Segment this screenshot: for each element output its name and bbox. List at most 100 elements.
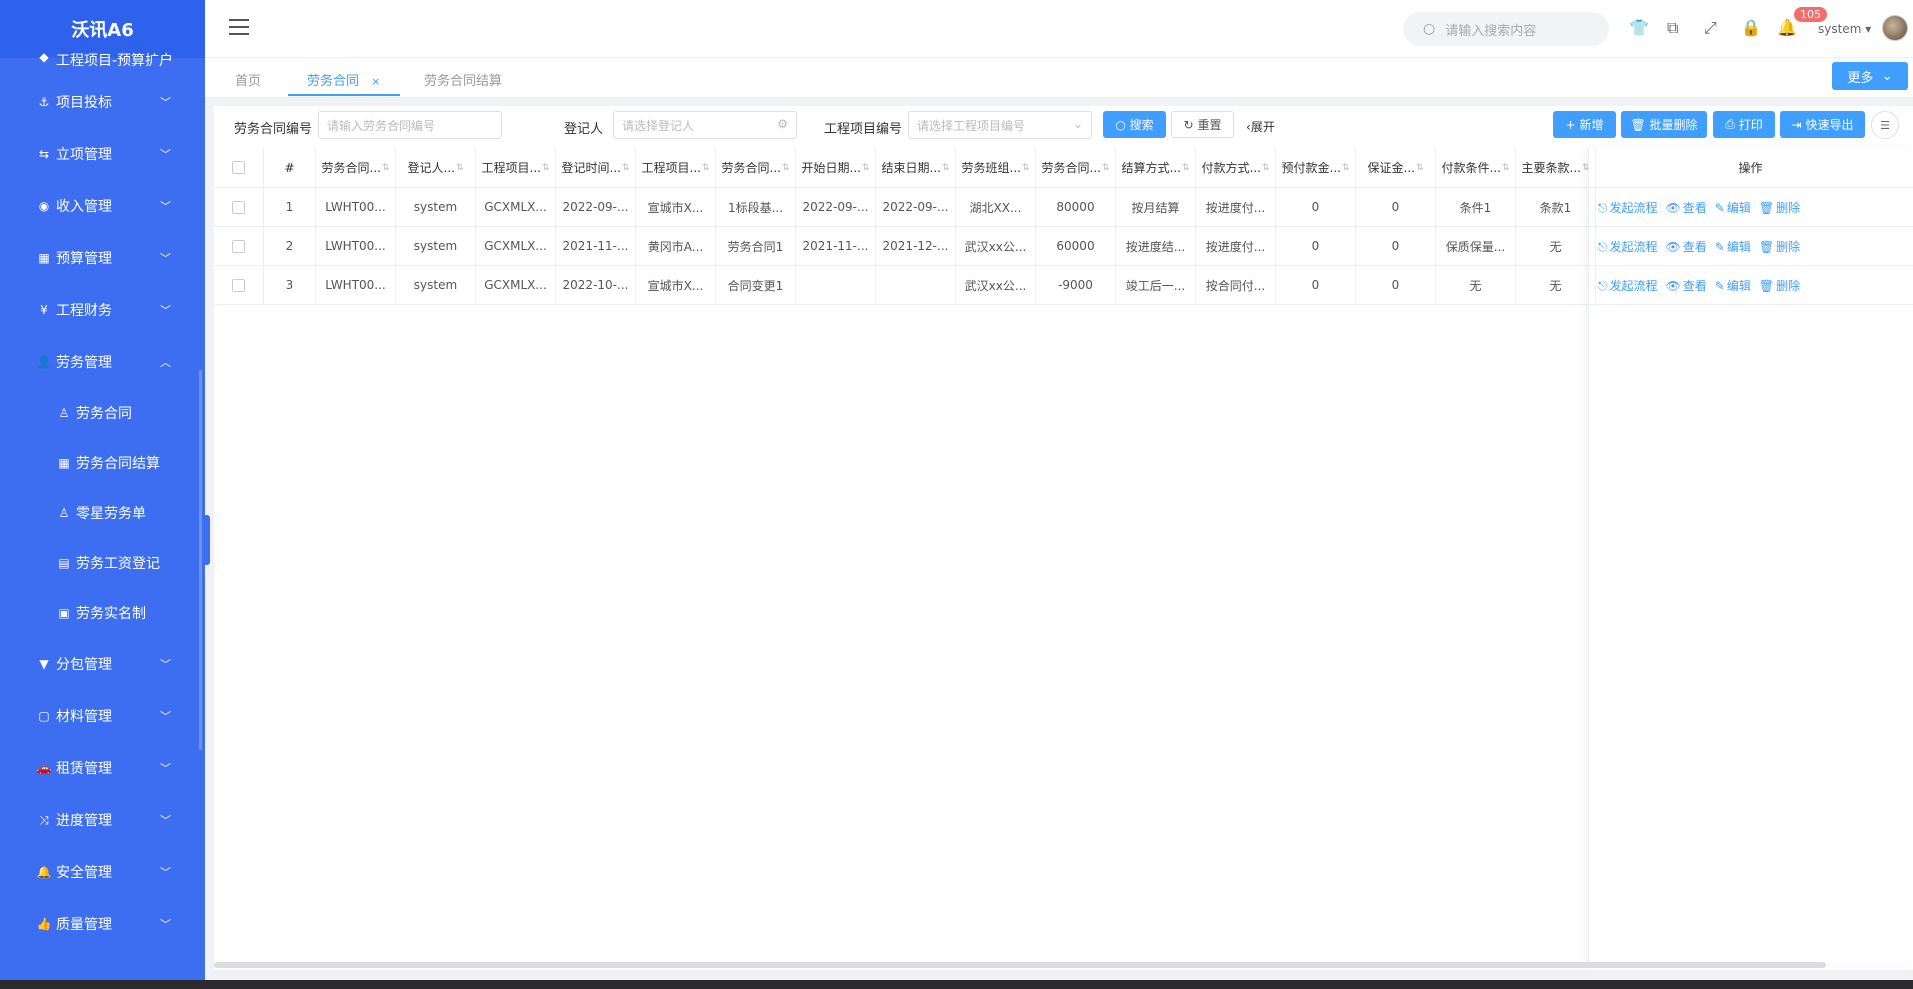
edit-link[interactable]: ✎ 编辑 [1715, 238, 1751, 255]
export-button[interactable]: ⇥ 快速导出 [1780, 111, 1865, 138]
sidebar-collapse-handle[interactable] [205, 515, 210, 565]
close-icon[interactable]: × [371, 75, 380, 88]
sidebar-item-9[interactable]: ⤨ 进度管理 ﹀ [0, 794, 205, 846]
sidebar-item-8[interactable]: 🚗 租赁管理 ﹀ [0, 742, 205, 794]
add-button[interactable]: + 新增 [1553, 111, 1616, 138]
column-header[interactable]: 结束日期... ⇅ [876, 148, 956, 187]
sort-icon[interactable]: ⇅ [622, 163, 630, 173]
column-header[interactable]: 付款条件... ⇅ [1436, 148, 1516, 187]
sidebar-item-6[interactable]: ▼ 分包管理 ﹀ [0, 638, 205, 690]
registrant-select[interactable]: 请选择登记人 ⚙ [613, 111, 797, 139]
tab-contract-settlement[interactable]: 劳务合同结算 [424, 70, 502, 89]
column-header[interactable]: 工程项目... ⇅ [636, 148, 716, 187]
column-header[interactable]: 劳务合同... ⇅ [1036, 148, 1116, 187]
sort-icon[interactable]: ⇅ [862, 163, 870, 173]
tab-home[interactable]: 首页 [235, 70, 261, 89]
expand-toggle[interactable]: ‹展开 [1246, 118, 1275, 135]
registrant-label: 登记人 [564, 122, 604, 137]
sidebar-item-cut[interactable]: ◆ 工程项目-预算扩户 [0, 50, 205, 76]
sidebar-subitem-4[interactable]: ▣ 劳务实名制 [0, 588, 205, 638]
sort-icon[interactable]: ⇅ [1182, 163, 1190, 173]
menu-toggle-icon[interactable] [229, 19, 249, 35]
sort-icon[interactable]: ⇅ [782, 163, 790, 173]
column-header[interactable]: # [264, 148, 316, 187]
column-header[interactable]: 主要条款... ⇅ [1516, 148, 1596, 187]
eye-link[interactable]: 👁 查看 [1666, 199, 1707, 216]
trash-link[interactable]: 🗑 删除 [1759, 199, 1800, 216]
flow-link[interactable]: ⎋ 发起流程 [1598, 277, 1658, 294]
print-button[interactable]: ⎙ 打印 [1713, 111, 1775, 138]
row-checkbox[interactable] [232, 239, 245, 253]
sort-icon[interactable]: ⇅ [1416, 163, 1424, 173]
sort-icon[interactable]: ⇅ [456, 163, 464, 173]
sidebar-item-7[interactable]: ▢ 材料管理 ﹀ [0, 690, 205, 742]
flow-link[interactable]: ⎋ 发起流程 [1598, 199, 1658, 216]
flow-link[interactable]: ⎋ 发起流程 [1598, 238, 1658, 255]
column-header[interactable]: 工程项目... ⇅ [476, 148, 556, 187]
more-button[interactable]: 更多 ⌄ [1832, 62, 1908, 90]
edit-link[interactable]: ✎ 编辑 [1715, 277, 1751, 294]
sort-icon[interactable]: ⇅ [942, 163, 950, 173]
column-header[interactable]: 劳务班组... ⇅ [956, 148, 1036, 187]
search-button[interactable]: ○ 搜索 [1103, 111, 1166, 138]
reset-button[interactable]: ↻ 重置 [1171, 111, 1234, 138]
sort-icon[interactable]: ⇅ [1102, 163, 1110, 173]
sidebar-item-4[interactable]: ¥ 工程财务 ﹀ [0, 284, 205, 336]
sort-icon[interactable]: ⇅ [542, 163, 550, 173]
sidebar-subitem-2[interactable]: ♙ 零星劳务单 [0, 488, 205, 538]
user-menu[interactable]: system ▾ [1818, 22, 1871, 36]
sidebar-item-3[interactable]: ▦ 预算管理 ﹀ [0, 232, 205, 284]
column-header[interactable]: 开始日期... ⇅ [796, 148, 876, 187]
tab-labor-contract[interactable]: 劳务合同 × [307, 70, 380, 89]
trash-link[interactable]: 🗑 删除 [1759, 277, 1800, 294]
select-all-checkbox[interactable] [232, 161, 245, 174]
avatar[interactable] [1882, 15, 1908, 41]
user-icon: 👤 [36, 355, 52, 369]
edit-link[interactable]: ✎ 编辑 [1715, 199, 1751, 216]
row-operations: ⎋ 发起流程 👁 查看 ✎ 编辑 🗑 删除 [1588, 188, 1913, 227]
column-header[interactable]: 结算方式... ⇅ [1116, 148, 1196, 187]
sidebar-item-0[interactable]: ⚓ 项目投标 ﹀ [0, 76, 205, 128]
column-header[interactable]: 登记时间... ⇅ [556, 148, 636, 187]
sidebar-subitem-0[interactable]: ♙ 劳务合同 [0, 388, 205, 438]
column-header[interactable]: 登记人... ⇅ [396, 148, 476, 187]
sort-icon[interactable]: ⇅ [382, 163, 390, 173]
sort-icon[interactable]: ⇅ [1342, 163, 1350, 173]
sort-icon[interactable]: ⇅ [1502, 163, 1510, 173]
sidebar-item-10[interactable]: 🔔 安全管理 ﹀ [0, 846, 205, 898]
sort-icon[interactable]: ⇅ [1022, 163, 1030, 173]
translate-icon[interactable]: ⧉ [1667, 18, 1678, 38]
shirt-icon[interactable]: 👕 [1629, 18, 1649, 37]
column-header[interactable]: 劳务合同... ⇅ [716, 148, 796, 187]
lock-icon[interactable]: 🔒 [1741, 18, 1761, 37]
sidebar-subitem-1[interactable]: ▦ 劳务合同结算 [0, 438, 205, 488]
sidebar-item-2[interactable]: ◉ 收入管理 ﹀ [0, 180, 205, 232]
sidebar-subitem-3[interactable]: ▤ 劳务工资登记 [0, 538, 205, 588]
contract-no-input[interactable]: 请输入劳务合同编号 [318, 111, 502, 139]
batch-delete-button[interactable]: 🗑 批量删除 [1621, 111, 1707, 138]
sidebar-scrollbar[interactable] [199, 370, 202, 750]
row-checkbox[interactable] [232, 278, 245, 292]
sidebar-item-1[interactable]: ⇆ 立项管理 ﹀ [0, 128, 205, 180]
column-header[interactable]: 付款方式... ⇅ [1196, 148, 1276, 187]
sidebar-item-label: 收入管理 [56, 199, 112, 215]
project-no-select[interactable]: 请选择工程项目编号 ⌄ [908, 111, 1092, 139]
bell-icon[interactable]: 🔔 [1777, 18, 1797, 37]
table-cell: -9000 [1036, 266, 1116, 304]
eye-link[interactable]: 👁 查看 [1666, 238, 1707, 255]
sidebar-item-5[interactable]: 👤 劳务管理 ︿ [0, 336, 205, 388]
sidebar-item-11[interactable]: 👍 质量管理 ﹀ [0, 898, 205, 950]
sort-icon[interactable]: ⇅ [702, 163, 710, 173]
export-icon: ⇥ [1791, 117, 1802, 132]
column-settings-icon[interactable]: ☰ [1871, 111, 1899, 139]
column-header[interactable]: 预付款金... ⇅ [1276, 148, 1356, 187]
sort-icon[interactable]: ⇅ [1262, 163, 1270, 173]
eye-link[interactable]: 👁 查看 [1666, 277, 1707, 294]
column-header[interactable]: 保证金... ⇅ [1356, 148, 1436, 187]
horizontal-scrollbar[interactable] [214, 962, 1826, 968]
trash-link[interactable]: 🗑 删除 [1759, 238, 1800, 255]
global-search-input[interactable]: ○ 请输入搜索内容 [1403, 12, 1609, 46]
row-checkbox[interactable] [232, 200, 245, 214]
fullscreen-icon[interactable]: ⤢ [1704, 18, 1717, 38]
column-header[interactable]: 劳务合同... ⇅ [316, 148, 396, 187]
